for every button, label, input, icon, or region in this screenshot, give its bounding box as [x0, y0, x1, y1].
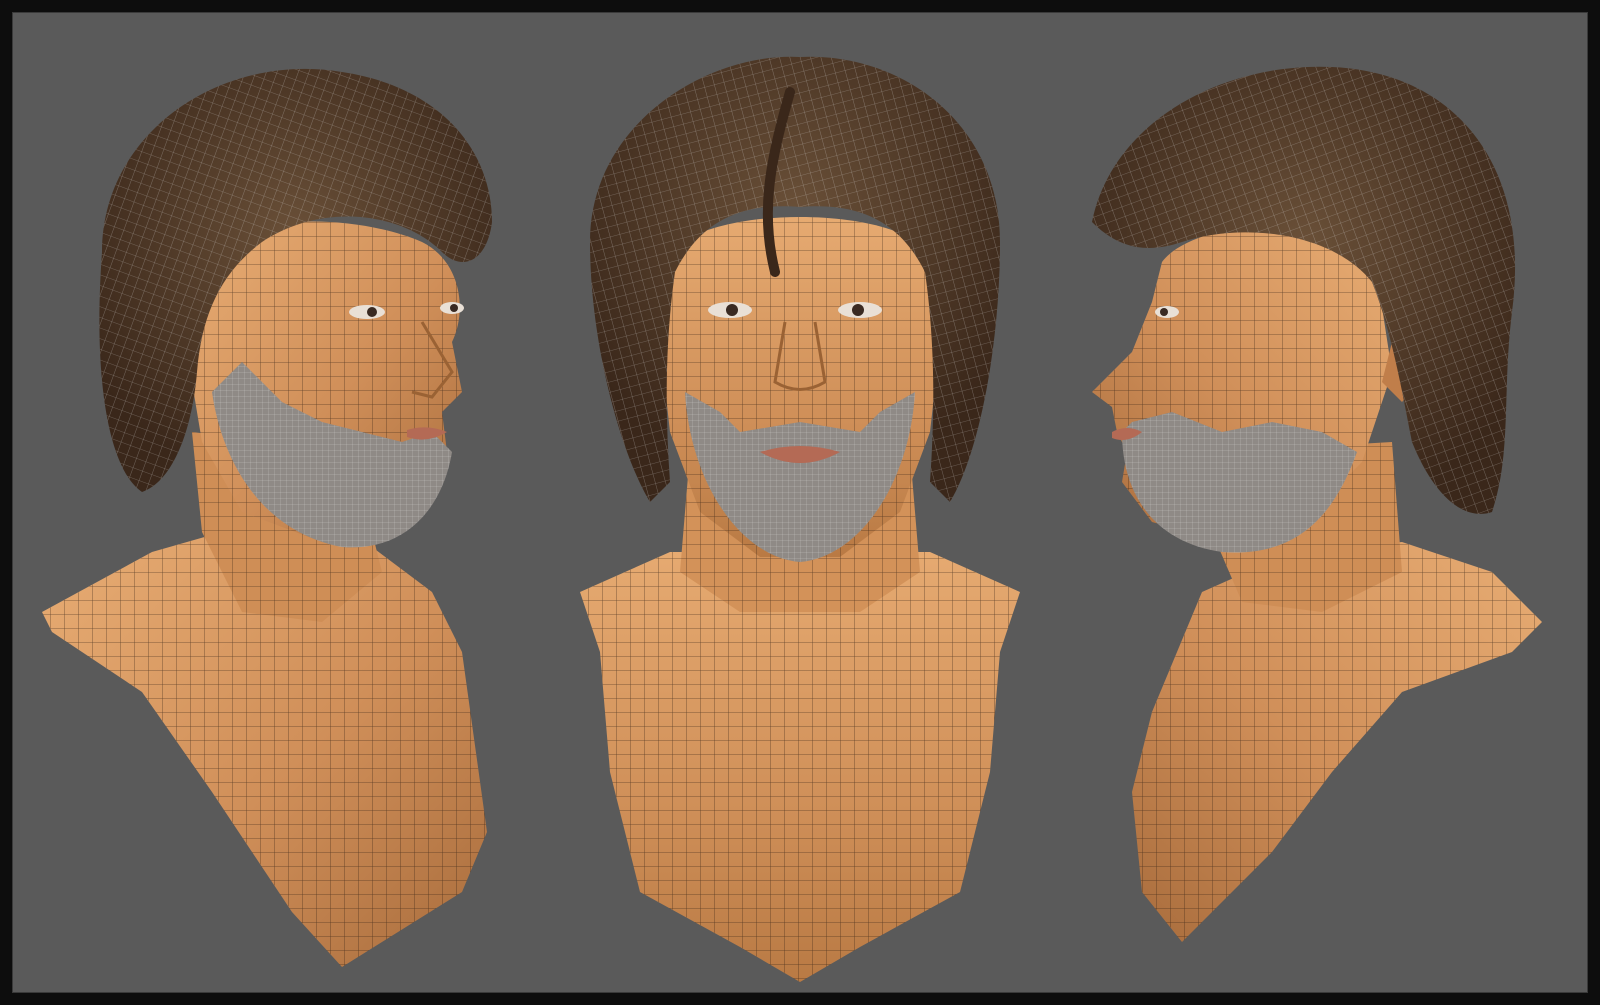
bust-profile-view	[1092, 66, 1542, 942]
bust-three-quarter-view	[42, 68, 493, 967]
image-frame	[0, 0, 1600, 1005]
render-viewport	[12, 12, 1588, 993]
bust-front-view	[580, 56, 1020, 982]
